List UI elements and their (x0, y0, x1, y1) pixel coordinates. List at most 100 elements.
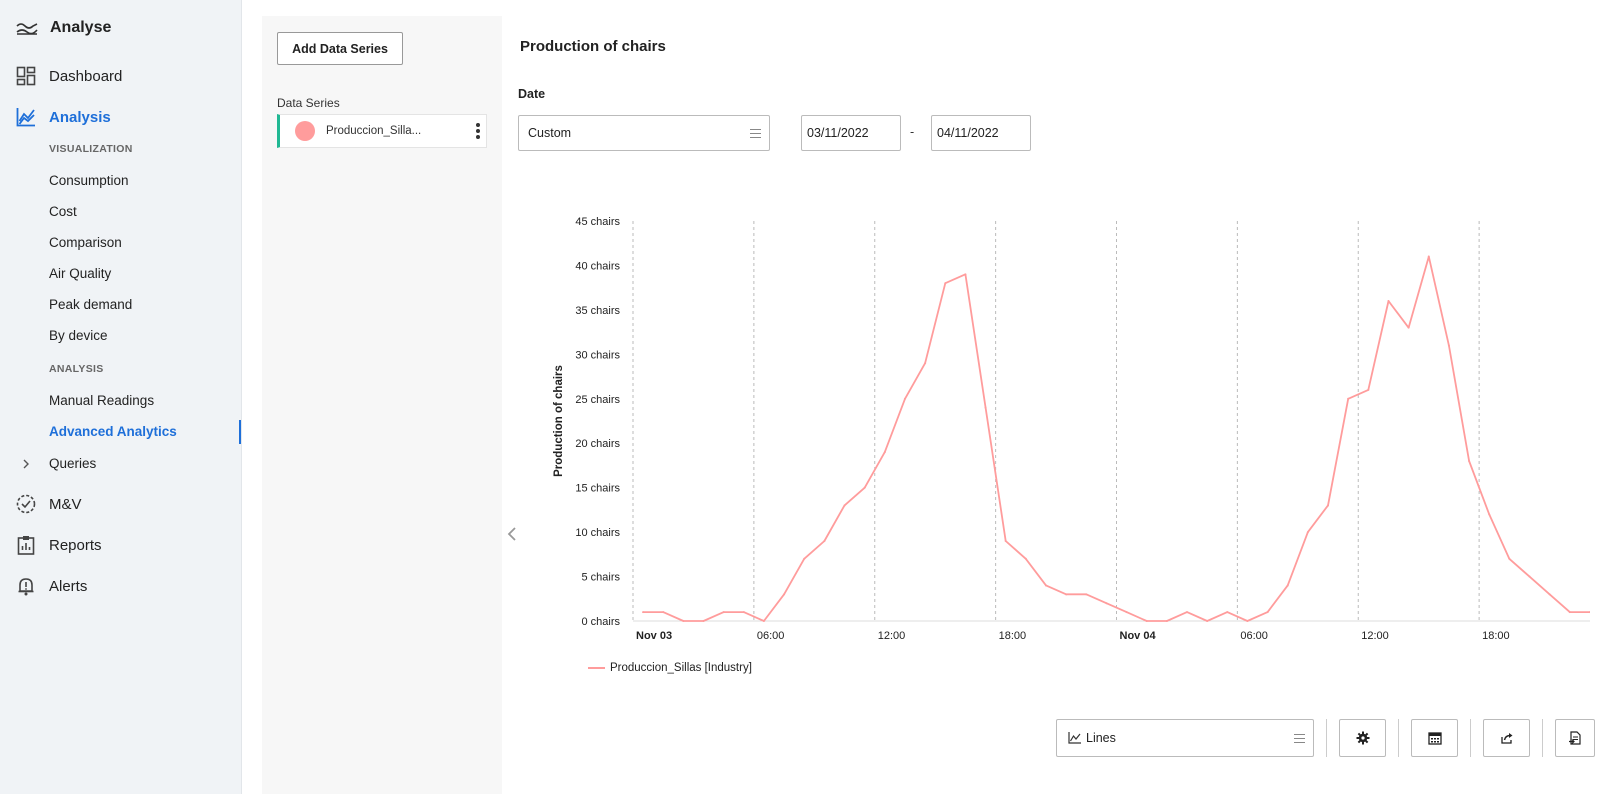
data-point (642, 611, 645, 614)
analyse-logo-icon (16, 23, 38, 35)
data-point (1024, 557, 1027, 560)
y-tick-label: 25 chairs (575, 394, 620, 406)
data-point (1387, 300, 1390, 302)
date-mode-value: Custom (528, 126, 572, 140)
legend-line-swatch (588, 667, 605, 669)
data-point (1125, 611, 1128, 614)
calendar-button[interactable] (1411, 719, 1458, 757)
data-point (702, 620, 705, 622)
visualization-section-header: VISUALIZATION (49, 143, 133, 155)
y-tick-label: 15 chairs (575, 483, 620, 495)
data-point (1004, 540, 1007, 542)
analysis-section-header: ANALYSIS (49, 363, 104, 375)
data-point (1044, 584, 1047, 587)
data-point (742, 611, 745, 614)
y-tick-label: 5 chairs (581, 572, 620, 584)
y-tick-label: 10 chairs (575, 527, 620, 539)
y-tick-label: 0 chairs (581, 616, 620, 628)
y-axis-title: Production of chairs (553, 365, 565, 477)
chart-type-value: Lines (1086, 731, 1116, 745)
data-point (1568, 611, 1571, 614)
data-point (863, 486, 866, 489)
data-point (1447, 344, 1450, 347)
data-point (1186, 611, 1189, 614)
x-tick-label: 06:00 (1240, 630, 1268, 640)
chart-type-select[interactable]: Lines (1056, 719, 1314, 757)
data-point (1206, 620, 1209, 622)
nav-analysis[interactable]: Analysis (16, 104, 111, 130)
calendar-icon (1427, 732, 1442, 745)
chart-legend-item[interactable]: Produccion_Sillas [Industry] (588, 662, 752, 674)
toolbar-divider (1398, 719, 1399, 757)
data-point (823, 540, 826, 542)
data-point (783, 593, 786, 596)
menu-lines-icon (750, 129, 761, 138)
nav-manual-readings[interactable]: Manual Readings (49, 393, 154, 408)
nav-peak-demand[interactable]: Peak demand (49, 297, 132, 312)
date-mode-select[interactable]: Custom (518, 115, 770, 151)
nav-mv-label: M&V (49, 495, 82, 513)
gear-icon (1356, 731, 1369, 745)
nav-consumption[interactable]: Consumption (49, 173, 129, 188)
data-point (1266, 611, 1269, 614)
export-file-icon (1569, 731, 1581, 745)
data-point (1468, 460, 1471, 462)
nav-alerts-label: Alerts (49, 577, 88, 595)
x-tick-label: Nov 03 (636, 630, 672, 640)
toolbar-divider (1470, 719, 1471, 757)
nav-comparison[interactable]: Comparison (49, 235, 122, 250)
line-chart-icon (1068, 732, 1081, 744)
data-series-label: Data Series (277, 96, 340, 110)
nav-air-quality[interactable]: Air Quality (49, 266, 111, 281)
check-circle-icon (16, 494, 36, 514)
data-point (984, 406, 987, 409)
toolbar-divider (1542, 719, 1543, 757)
data-series-item[interactable]: Produccion_Silla... (277, 114, 487, 148)
nav-alerts[interactable]: Alerts (16, 573, 87, 599)
nav-queries[interactable]: Queries (22, 456, 96, 471)
data-point (1145, 620, 1148, 622)
collapse-panel-chevron-icon[interactable] (506, 526, 518, 542)
clipboard-icon (17, 536, 35, 555)
data-point (1508, 557, 1511, 560)
data-point (1085, 593, 1088, 596)
chart-title: Production of chairs (520, 38, 666, 55)
more-options-icon[interactable] (471, 121, 485, 141)
data-point (1327, 504, 1330, 507)
dashboard-icon (16, 66, 36, 86)
nav-reports[interactable]: Reports (16, 532, 102, 558)
share-button[interactable] (1483, 719, 1530, 757)
date-to-input[interactable] (931, 115, 1031, 151)
chevron-right-icon (23, 459, 29, 468)
sidebar: Analyse Dashboard Analysis VISUALIZATION… (0, 0, 242, 794)
x-tick-label: 12:00 (1361, 630, 1389, 640)
settings-button[interactable] (1339, 719, 1386, 757)
y-tick-label: 45 chairs (575, 216, 620, 228)
menu-lines-icon (1294, 734, 1305, 743)
export-button[interactable] (1555, 719, 1595, 757)
date-from-input[interactable] (801, 115, 901, 151)
app-header[interactable]: Analyse (16, 16, 111, 40)
nav-mv[interactable]: M&V (16, 491, 82, 517)
data-point (1488, 513, 1491, 516)
data-point (1246, 620, 1249, 622)
legend-series-label: Produccion_Sillas [Industry] (610, 662, 752, 674)
y-tick-label: 35 chairs (575, 305, 620, 317)
date-label: Date (518, 87, 546, 101)
nav-by-device[interactable]: By device (49, 328, 108, 343)
data-point (803, 557, 806, 560)
x-tick-label: 12:00 (878, 630, 906, 640)
series-color-dot (295, 121, 315, 141)
data-point (1347, 397, 1350, 400)
data-point (682, 620, 685, 622)
data-point (883, 451, 886, 454)
data-point (903, 397, 906, 400)
nav-advanced-analytics[interactable]: Advanced Analytics (49, 424, 177, 439)
nav-cost[interactable]: Cost (49, 204, 77, 219)
x-tick-label: 06:00 (757, 630, 785, 640)
data-point (1226, 611, 1229, 614)
add-data-series-button[interactable]: Add Data Series (277, 32, 403, 65)
nav-dashboard[interactable]: Dashboard (16, 63, 122, 89)
data-point (1306, 531, 1309, 534)
toolbar-divider (1326, 719, 1327, 757)
